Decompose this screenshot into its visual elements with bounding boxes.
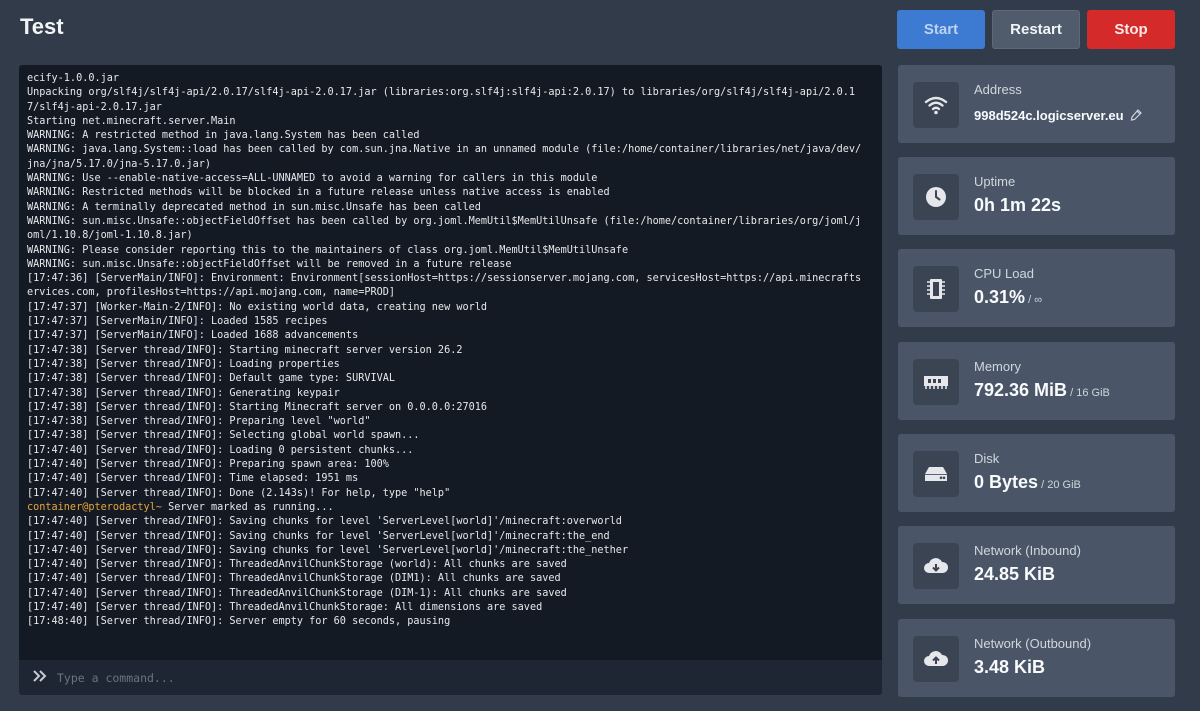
- console-line: [17:47:36] [ServerMain/INFO]: Environmen…: [27, 273, 862, 299]
- disk-label: Disk: [974, 451, 1000, 466]
- memory-icon: [913, 359, 959, 405]
- console-line: Starting net.minecraft.server.Main: [27, 115, 236, 127]
- console-line: WARNING: sun.misc.Unsafe::objectFieldOff…: [27, 258, 512, 270]
- console-line: [17:47:38] [Server thread/INFO]: Prepari…: [27, 416, 371, 428]
- clock-icon: [913, 174, 959, 220]
- console-line: [17:47:40] [Server thread/INFO]: Saving …: [27, 516, 622, 528]
- disk-value: 0 Bytes / 20 GiB: [974, 472, 1081, 493]
- console-line: [17:47:38] [Server thread/INFO]: Startin…: [27, 401, 488, 413]
- console-line: [17:47:40] [Server thread/INFO]: Threade…: [27, 601, 543, 613]
- address-label: Address: [974, 82, 1022, 97]
- disk-value-text: 0 Bytes: [974, 472, 1039, 492]
- memory-label: Memory: [974, 359, 1021, 374]
- chevrons-right-icon: [33, 669, 51, 686]
- cpu-card: CPU Load 0.31% / ∞: [898, 249, 1175, 327]
- disk-card: Disk 0 Bytes / 20 GiB: [898, 434, 1175, 512]
- disk-icon: [913, 451, 959, 497]
- cpu-icon: [913, 266, 959, 312]
- wifi-icon: [913, 82, 959, 128]
- console-line: WARNING: Please consider reporting this …: [27, 244, 629, 256]
- console-line: WARNING: Use --enable-native-access=ALL-…: [27, 173, 598, 185]
- network-inbound-label: Network (Inbound): [974, 543, 1081, 558]
- console-line: [17:47:38] [Server thread/INFO]: Default…: [27, 373, 396, 385]
- edit-icon[interactable]: [1130, 109, 1142, 124]
- cloud-download-icon: [913, 543, 959, 589]
- cpu-label: CPU Load: [974, 266, 1034, 281]
- cpu-value-text: 0.31%: [974, 287, 1026, 307]
- console-line: [17:47:40] [Server thread/INFO]: Saving …: [27, 544, 629, 556]
- cloud-upload-icon: [913, 636, 959, 682]
- console-line: WARNING: sun.misc.Unsafe::objectFieldOff…: [27, 215, 862, 242]
- network-outbound-card: Network (Outbound) 3.48 KiB: [898, 619, 1175, 697]
- console-line: WARNING: Restricted methods will be bloc…: [27, 187, 610, 199]
- memory-limit: / 16 GiB: [1067, 387, 1110, 399]
- console-log: ecify-1.0.0.jar Unpacking org/slf4j/slf4j…: [27, 72, 862, 630]
- console-line: WARNING: java.lang.System::load has been…: [27, 144, 862, 170]
- console-prompt-line: container@pterodactyl~ Server marked as …: [27, 501, 862, 515]
- console-line: [17:48:40] [Server thread/INFO]: Server …: [27, 616, 451, 628]
- uptime-label: Uptime: [974, 174, 1016, 189]
- address-card: Address 998d524c.logicserver.eu: [898, 65, 1175, 143]
- console-line: [17:47:38] [Server thread/INFO]: Startin…: [27, 344, 463, 356]
- console-line: [17:47:38] [Server thread/INFO]: Loading…: [27, 358, 340, 370]
- console-line: [17:47:37] [ServerMain/INFO]: Loaded 158…: [27, 316, 328, 328]
- console-line: [17:47:40] [Server thread/INFO]: Prepari…: [27, 459, 389, 471]
- memory-value-text: 792.36 MiB: [974, 380, 1068, 400]
- command-bar: [19, 660, 882, 695]
- disk-limit: / 20 GiB: [1038, 479, 1081, 491]
- memory-card: Memory 792.36 MiB / 16 GiB: [898, 342, 1175, 420]
- address-text: 998d524c.logicserver.eu: [974, 108, 1124, 123]
- console-line: [17:47:40] [Server thread/INFO]: Threade…: [27, 573, 561, 585]
- console-line: [17:47:40] [Server thread/INFO]: Threade…: [27, 587, 567, 599]
- memory-value: 792.36 MiB / 16 GiB: [974, 380, 1110, 401]
- address-value: 998d524c.logicserver.eu: [974, 108, 1142, 124]
- console-line: [17:47:38] [Server thread/INFO]: Generat…: [27, 387, 340, 399]
- network-inbound-value: 24.85 KiB: [974, 564, 1056, 584]
- console-prompt: container@pterodactyl~: [27, 501, 162, 513]
- network-inbound-card: Network (Inbound) 24.85 KiB: [898, 526, 1175, 604]
- console-line: [17:47:40] [Server thread/INFO]: Threade…: [27, 559, 567, 571]
- cpu-value: 0.31% / ∞: [974, 287, 1042, 308]
- console-line: WARNING: A terminally deprecated method …: [27, 201, 481, 213]
- console-prompt-message: Server marked as running...: [161, 501, 334, 513]
- network-outbound-label: Network (Outbound): [974, 636, 1092, 651]
- console-line: [17:47:37] [ServerMain/INFO]: Loaded 168…: [27, 330, 359, 342]
- console-line: [17:47:40] [Server thread/INFO]: Done (2…: [27, 487, 451, 499]
- console-line: Unpacking org/slf4j/slf4j-api/2.0.17/slf…: [27, 87, 856, 113]
- cpu-limit: / ∞: [1025, 294, 1043, 306]
- restart-button[interactable]: Restart: [992, 10, 1080, 49]
- console-line: [17:47:37] [Worker-Main-2/INFO]: No exis…: [27, 301, 488, 313]
- console-line: [17:47:38] [Server thread/INFO]: Selecti…: [27, 430, 420, 442]
- console-line: ecify-1.0.0.jar: [27, 73, 120, 84]
- page-title: Test: [20, 14, 64, 39]
- uptime-value: 0h 1m 22s: [974, 195, 1062, 215]
- network-outbound-value: 3.48 KiB: [974, 657, 1046, 677]
- start-button[interactable]: Start: [897, 10, 985, 49]
- console-line: WARNING: A restricted method in java.lan…: [27, 130, 420, 142]
- console-line: [17:47:40] [Server thread/INFO]: Loading…: [27, 444, 414, 456]
- uptime-card: Uptime 0h 1m 22s: [898, 157, 1175, 235]
- console-line: [17:47:40] [Server thread/INFO]: Time el…: [27, 473, 359, 485]
- console-output[interactable]: ecify-1.0.0.jar Unpacking org/slf4j/slf4j…: [19, 65, 882, 660]
- stop-button[interactable]: Stop: [1087, 10, 1175, 49]
- console-line: [17:47:40] [Server thread/INFO]: Saving …: [27, 530, 610, 542]
- command-input[interactable]: [57, 670, 882, 685]
